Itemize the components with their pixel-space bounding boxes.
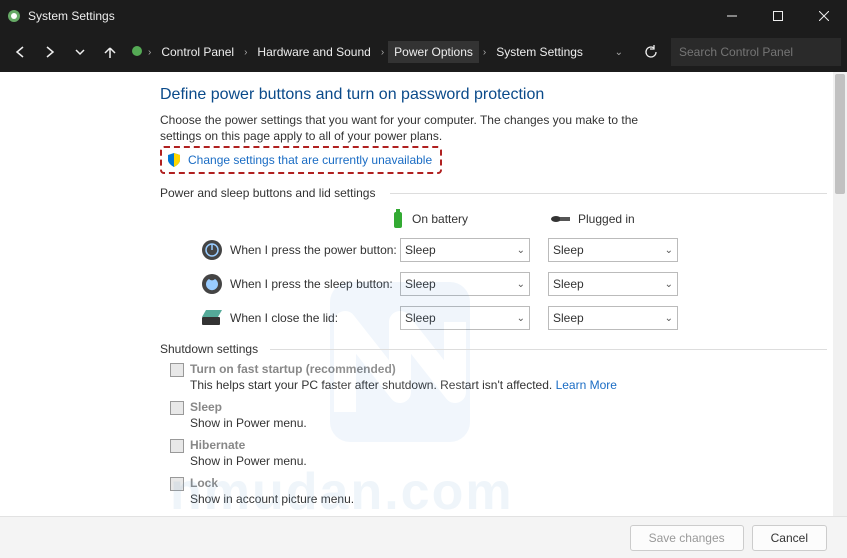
window-title: System Settings: [28, 9, 709, 23]
footer-bar: Save changes Cancel: [0, 516, 847, 558]
dd-sleep-plugged[interactable]: Sleep⌄: [548, 272, 678, 296]
maximize-button[interactable]: [755, 0, 801, 32]
nav-bar: › Control Panel › Hardware and Sound › P…: [0, 32, 847, 72]
chk-sleep-title: Sleep: [190, 400, 222, 414]
chk-lock: Lock Show in account picture menu.: [170, 476, 827, 506]
chevron-right-icon: ›: [244, 47, 247, 58]
chk-sleep-sub: Show in Power menu.: [190, 416, 307, 430]
col-plugged: Plugged in: [550, 212, 680, 226]
page-heading: Define power buttons and turn on passwor…: [160, 86, 827, 104]
back-button[interactable]: [6, 38, 34, 66]
change-settings-link[interactable]: Change settings that are currently unava…: [188, 153, 432, 167]
crumb-control-panel[interactable]: Control Panel: [155, 41, 240, 63]
chevron-down-icon: ⌄: [517, 245, 525, 256]
up-button[interactable]: [96, 38, 124, 66]
label-sleep-button: When I press the sleep button:: [230, 277, 400, 291]
col-battery: On battery: [390, 208, 520, 230]
row-lid: When I close the lid: Sleep⌄ Sleep⌄: [200, 306, 827, 330]
title-bar: System Settings: [0, 0, 847, 32]
plug-icon: [550, 213, 572, 225]
col-battery-label: On battery: [412, 212, 468, 226]
chk-lock-title: Lock: [190, 476, 218, 490]
scrollbar-thumb[interactable]: [835, 74, 845, 194]
dd-sleep-battery[interactable]: Sleep⌄: [400, 272, 530, 296]
checkbox-fast-startup[interactable]: [170, 363, 184, 377]
chevron-down-icon: ⌄: [665, 313, 673, 324]
close-button[interactable]: [801, 0, 847, 32]
checkbox-lock[interactable]: [170, 477, 184, 491]
chk-fast-startup-title: Turn on fast startup (recommended): [190, 362, 396, 376]
breadcrumb: › Control Panel › Hardware and Sound › P…: [130, 38, 631, 66]
col-plugged-label: Plugged in: [578, 212, 635, 226]
shield-icon: [166, 152, 182, 168]
cancel-button[interactable]: Cancel: [752, 525, 827, 551]
content-area: nmudan.com Define power buttons and turn…: [0, 72, 847, 516]
crumb-system-settings[interactable]: System Settings: [490, 41, 589, 63]
scrollbar[interactable]: [833, 72, 847, 516]
dd-lid-plugged[interactable]: Sleep⌄: [548, 306, 678, 330]
crumb-power-options[interactable]: Power Options: [388, 41, 479, 63]
checkbox-sleep[interactable]: [170, 401, 184, 415]
save-button[interactable]: Save changes: [630, 525, 744, 551]
chevron-down-icon: ⌄: [665, 245, 673, 256]
chevron-down-icon[interactable]: ⌄: [615, 47, 623, 58]
lid-icon: [200, 309, 224, 327]
search-input[interactable]: [671, 38, 841, 66]
change-settings-highlight: Change settings that are currently unava…: [160, 146, 442, 174]
checkbox-hibernate[interactable]: [170, 439, 184, 453]
section-shutdown: Shutdown settings: [160, 342, 827, 356]
chevron-down-icon: ⌄: [517, 279, 525, 290]
folder-icon: [130, 44, 144, 61]
crumb-hardware-sound[interactable]: Hardware and Sound: [251, 41, 376, 63]
chk-hibernate: Hibernate Show in Power menu.: [170, 438, 827, 468]
dd-power-plugged[interactable]: Sleep⌄: [548, 238, 678, 262]
app-icon: [0, 9, 28, 23]
sleep-button-icon: [200, 273, 224, 295]
dd-lid-battery[interactable]: Sleep⌄: [400, 306, 530, 330]
refresh-button[interactable]: [637, 38, 665, 66]
label-lid: When I close the lid:: [230, 311, 400, 325]
chk-sleep: Sleep Show in Power menu.: [170, 400, 827, 430]
columns-header: On battery Plugged in: [390, 208, 827, 230]
power-button-icon: [200, 239, 224, 261]
chk-lock-sub: Show in account picture menu.: [190, 492, 354, 506]
chevron-right-icon: ›: [381, 47, 384, 58]
forward-button[interactable]: [36, 38, 64, 66]
chk-fast-startup: Turn on fast startup (recommended) This …: [170, 362, 827, 392]
label-power-button: When I press the power button:: [230, 243, 400, 257]
chk-fast-startup-sub: This helps start your PC faster after sh…: [190, 378, 552, 392]
recent-dropdown[interactable]: [66, 38, 94, 66]
minimize-button[interactable]: [709, 0, 755, 32]
dd-power-battery[interactable]: Sleep⌄: [400, 238, 530, 262]
chevron-down-icon: ⌄: [517, 313, 525, 324]
learn-more-link[interactable]: Learn More: [556, 378, 617, 392]
chevron-down-icon: ⌄: [665, 279, 673, 290]
chevron-right-icon: ›: [483, 47, 486, 58]
chevron-right-icon: ›: [148, 47, 151, 58]
window-controls: [709, 0, 847, 32]
row-sleep-button: When I press the sleep button: Sleep⌄ Sl…: [200, 272, 827, 296]
page-description: Choose the power settings that you want …: [160, 112, 670, 144]
chk-hibernate-title: Hibernate: [190, 438, 245, 452]
chk-hibernate-sub: Show in Power menu.: [190, 454, 307, 468]
section-power-sleep: Power and sleep buttons and lid settings: [160, 186, 827, 200]
battery-icon: [390, 208, 406, 230]
row-power-button: When I press the power button: Sleep⌄ Sl…: [200, 238, 827, 262]
